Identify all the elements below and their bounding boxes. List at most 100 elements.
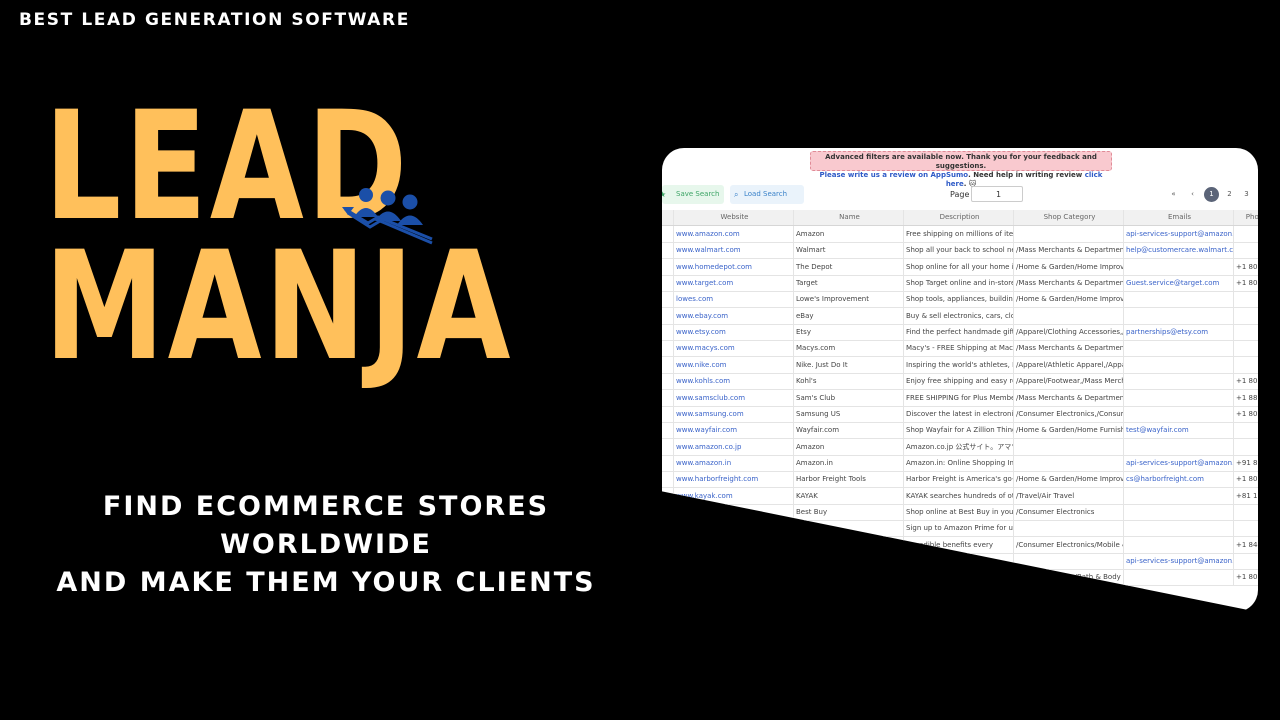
column-header-description[interactable]: Description bbox=[904, 210, 1014, 225]
table-row[interactable]: www.harborfreight.com Harbor Freight Tool… bbox=[662, 471, 1258, 489]
cell-website[interactable]: www.kayak.com bbox=[674, 487, 794, 504]
table-row[interactable]: Incredible benefits every/Consumer Elect… bbox=[662, 536, 1258, 554]
cell-phone: +81 11- bbox=[1234, 488, 1258, 504]
cell-name: KAYAK bbox=[794, 487, 904, 504]
cell-website[interactable]: www.ebay.com bbox=[674, 307, 794, 324]
row-spacer bbox=[662, 503, 674, 520]
cell-emails[interactable] bbox=[1124, 373, 1234, 390]
save-search-button[interactable]: ★ Save Search bbox=[662, 185, 724, 204]
table-row[interactable]: www.nike.com Nike. Just Do It Inspiring th… bbox=[662, 356, 1258, 374]
table-row[interactable]: www.samsclub.com Sam's Club FREE SHIPPING … bbox=[662, 389, 1258, 407]
cell-emails[interactable] bbox=[1124, 438, 1234, 455]
cell-website[interactable]: www.etsy.com bbox=[674, 324, 794, 341]
cell-emails[interactable] bbox=[1124, 258, 1234, 275]
cell-description: Enjoy free shipping and easy retu bbox=[904, 373, 1014, 390]
table-row[interactable]: www.amazon.com Amazon Free shipping on mil… bbox=[662, 226, 1258, 243]
appsumo-link[interactable]: AppSumo bbox=[931, 171, 969, 179]
cell-emails[interactable]: test@wayfair.com bbox=[1124, 422, 1234, 439]
load-search-button[interactable]: ⌕ Load Search bbox=[730, 185, 804, 204]
cell-website[interactable] bbox=[674, 536, 794, 553]
pager-page-1[interactable]: 1 bbox=[1204, 187, 1219, 202]
pager-page-2[interactable]: 2 bbox=[1222, 187, 1237, 202]
column-header-name[interactable]: Name bbox=[794, 210, 904, 225]
table-row[interactable]: www.homedepot.com The Depot Shop online fo… bbox=[662, 258, 1258, 276]
cell-website[interactable]: www.amazon.com bbox=[674, 226, 794, 242]
cell-emails[interactable]: api-services-support@amazon.c bbox=[1124, 454, 1234, 471]
cell-emails[interactable]: help@customercare.walmart.co bbox=[1124, 242, 1234, 259]
cell-name bbox=[794, 536, 904, 553]
cell-name: Etsy bbox=[794, 324, 904, 341]
cell-website[interactable]: www.amazon.in bbox=[674, 454, 794, 471]
cell-emails[interactable] bbox=[1124, 389, 1234, 406]
column-header-shop-category[interactable]: Shop Category bbox=[1014, 210, 1124, 225]
table-row[interactable]: www.wayfair.com Wayfair.com Shop Wayfair f… bbox=[662, 422, 1258, 440]
table-row[interactable]: www.target.com Target Shop Target online a… bbox=[662, 275, 1258, 293]
table-row[interactable]: /Home & Garden/Bath & Body C +1 800 bbox=[662, 569, 1258, 587]
cell-emails[interactable] bbox=[1124, 307, 1234, 324]
table-row[interactable]: www.kayak.com KAYAK KAYAK searches hundred… bbox=[662, 487, 1258, 505]
table-row[interactable]: www.amazon.co.jp Amazon Amazon.co.jp 公式サイト… bbox=[662, 438, 1258, 456]
pager-first-button[interactable]: « bbox=[1166, 187, 1181, 202]
cell-emails[interactable]: Guest.service@target.com bbox=[1124, 275, 1234, 292]
table-row[interactable]: www.samsung.com Samsung US Discover the la… bbox=[662, 405, 1258, 423]
cell-website[interactable]: www.macys.com bbox=[674, 340, 794, 357]
cell-name: Harbor Freight Tools bbox=[794, 471, 904, 488]
column-header-website[interactable]: Website bbox=[674, 210, 794, 225]
table-row[interactable]: www.macys.com Macys.com Macy's - FREE Ship… bbox=[662, 340, 1258, 358]
cell-website[interactable]: www.target.com bbox=[674, 275, 794, 292]
cell-emails[interactable]: cs@harborfreight.com bbox=[1124, 471, 1234, 488]
cell-emails[interactable]: api-services-support@amazon.c bbox=[1124, 226, 1234, 242]
table-row[interactable]: www.amazon.in Amazon.in Amazon.in: Online … bbox=[662, 454, 1258, 472]
cell-website[interactable]: www.amazon.co.jp bbox=[674, 438, 794, 455]
table-row[interactable]: www.bestbuy.com Best Buy Shop online at Be… bbox=[662, 503, 1258, 521]
table-row[interactable]: lowes.com Lowe's Improvement Shop tools, a… bbox=[662, 291, 1258, 309]
column-header-emails[interactable]: Emails bbox=[1124, 210, 1234, 225]
row-spacer bbox=[662, 536, 674, 553]
cell-emails[interactable] bbox=[1124, 291, 1234, 308]
pager-prev-button[interactable]: ‹ bbox=[1185, 187, 1200, 202]
cell-phone bbox=[1234, 242, 1258, 258]
cell-emails[interactable] bbox=[1124, 536, 1234, 553]
cell-website[interactable]: www.walmart.com bbox=[674, 242, 794, 259]
table-row[interactable]: www.kohls.com Kohl's Enjoy free shipping a… bbox=[662, 373, 1258, 391]
table-row[interactable]: api-services-support@amazon.c bbox=[662, 553, 1258, 570]
cell-emails[interactable] bbox=[1124, 356, 1234, 373]
cell-emails[interactable]: partnerships@etsy.com bbox=[1124, 324, 1234, 341]
page-input[interactable]: 1 bbox=[971, 186, 1023, 202]
table-row[interactable]: Sign up to Amazon Prime for unlim bbox=[662, 520, 1258, 538]
table-row[interactable]: www.walmart.com Walmart Shop all your back… bbox=[662, 242, 1258, 260]
cell-emails[interactable]: api-services-support@amazon.c bbox=[1124, 553, 1234, 569]
row-spacer bbox=[662, 275, 674, 292]
cell-emails[interactable] bbox=[1124, 503, 1234, 520]
cell-website[interactable] bbox=[674, 569, 794, 586]
cell-emails[interactable] bbox=[1124, 405, 1234, 422]
column-header-phone[interactable]: Phon bbox=[1234, 210, 1258, 225]
cell-name: Lowe's Improvement bbox=[794, 291, 904, 308]
row-spacer bbox=[662, 520, 674, 537]
table-row[interactable]: www.ebay.com eBay Buy & sell electronics, … bbox=[662, 307, 1258, 325]
cell-website[interactable]: www.bestbuy.com bbox=[674, 503, 794, 520]
cell-website[interactable]: www.nike.com bbox=[674, 356, 794, 373]
app-window: Advanced filters are available now. Than… bbox=[662, 148, 1258, 612]
cell-website[interactable]: www.samsung.com bbox=[674, 405, 794, 422]
cell-emails[interactable] bbox=[1124, 569, 1234, 586]
load-search-label: Load Search bbox=[744, 190, 788, 198]
cell-website[interactable]: www.harborfreight.com bbox=[674, 471, 794, 488]
search-icon: ⌕ bbox=[734, 190, 739, 199]
cell-website[interactable] bbox=[674, 553, 794, 569]
cell-website[interactable]: www.samsclub.com bbox=[674, 389, 794, 406]
table-row[interactable]: www.etsy.com Etsy Find the perfect handmad… bbox=[662, 324, 1258, 342]
cell-emails[interactable] bbox=[1124, 487, 1234, 504]
pager-page-3[interactable]: 3 bbox=[1239, 187, 1254, 202]
cell-shop-category: /Consumer Electronics bbox=[1014, 503, 1124, 520]
cell-website[interactable]: www.kohls.com bbox=[674, 373, 794, 390]
cell-emails[interactable] bbox=[1124, 520, 1234, 537]
row-spacer bbox=[662, 340, 674, 357]
cell-website[interactable]: www.wayfair.com bbox=[674, 422, 794, 439]
cell-website[interactable] bbox=[674, 520, 794, 537]
cell-website[interactable]: www.homedepot.com bbox=[674, 258, 794, 275]
cell-description: Shop Wayfair for A Zillion Things H bbox=[904, 422, 1014, 439]
cell-shop-category bbox=[1014, 226, 1124, 242]
cell-website[interactable]: lowes.com bbox=[674, 291, 794, 308]
cell-emails[interactable] bbox=[1124, 340, 1234, 357]
